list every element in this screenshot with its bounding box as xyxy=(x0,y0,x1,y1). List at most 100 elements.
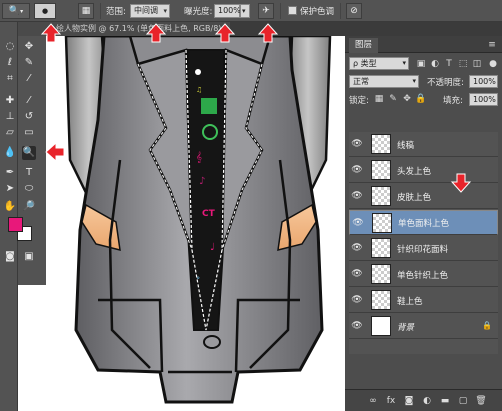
layer-thumbnail xyxy=(371,134,391,154)
eye-icon[interactable]: 👁 xyxy=(351,164,363,176)
filter-smart-icon[interactable]: ◫ xyxy=(471,58,483,70)
eye-icon[interactable]: 👁 xyxy=(351,320,363,332)
eye-icon[interactable]: 👁 xyxy=(352,217,364,229)
divider xyxy=(100,3,101,19)
layer-name: 背景 xyxy=(397,323,415,333)
pen-pressure-icon: ⊘ xyxy=(350,6,358,16)
gradient-tool-icon[interactable]: ▭ xyxy=(22,126,36,140)
layer-filter-value: ρ 类型 xyxy=(353,59,377,68)
clone-stamp-icon[interactable]: ⊥ xyxy=(3,110,17,124)
annotation-arrow-down-icon xyxy=(450,173,472,193)
document-canvas[interactable]: 𝄞 ♪ CT ♫ ♩ ∘ xyxy=(46,36,345,411)
blend-mode-select[interactable]: 正常 ▾ xyxy=(349,75,419,88)
document-tab-title: 绘人物实例 @ 67.1% (单色面料上色, RGB/8) xyxy=(56,24,222,33)
filter-type-icon[interactable]: T xyxy=(443,58,455,70)
fill-label: 填充: xyxy=(443,96,463,106)
exposure-dropdown[interactable]: ▾ xyxy=(240,4,250,18)
eraser-tool-icon[interactable]: ▱ xyxy=(3,126,17,140)
history-brush-icon[interactable]: ↺ xyxy=(22,110,36,124)
dodge-tool-icon[interactable]: 🔍 xyxy=(22,146,36,160)
screen-mode-icon[interactable]: ▣ xyxy=(22,250,36,264)
eye-icon[interactable]: 👁 xyxy=(351,190,363,202)
layer-row[interactable]: 👁 单色针织上色 xyxy=(349,262,498,287)
pen-tool-icon[interactable]: ✒ xyxy=(3,166,17,180)
add-mask-icon[interactable]: ◙ xyxy=(403,395,415,407)
quick-mask-icon[interactable]: ◙ xyxy=(3,250,17,264)
layer-thumbnail xyxy=(371,186,391,206)
layer-thumbnail xyxy=(371,238,391,258)
eye-icon[interactable]: 👁 xyxy=(351,294,363,306)
svg-text:♫: ♫ xyxy=(196,86,202,94)
layer-row[interactable]: 👁 头发上色 xyxy=(349,158,498,183)
panel-menu-icon[interactable]: ≡ xyxy=(486,39,498,51)
range-select[interactable]: 中间调 ▾ xyxy=(130,4,170,18)
svg-text:𝄞: 𝄞 xyxy=(196,151,202,163)
type-tool-icon[interactable]: T xyxy=(22,166,36,180)
eye-icon[interactable]: 👁 xyxy=(351,268,363,280)
chevron-down-icon: ▾ xyxy=(402,59,406,67)
layer-row[interactable]: 👁 鞋上色 xyxy=(349,288,498,313)
foreground-color-chip[interactable] xyxy=(8,217,23,232)
annotation-arrow-up-icon xyxy=(40,23,62,43)
exposure-input[interactable]: 100% xyxy=(214,4,241,18)
tool-preset-picker[interactable]: 🔍▾ xyxy=(2,3,30,19)
layer-row[interactable]: 👁 线稿 xyxy=(349,132,498,157)
airbrush-button[interactable]: ✈ xyxy=(258,3,274,19)
delete-layer-icon[interactable]: 🗑 xyxy=(475,395,487,407)
crop-tool-icon[interactable]: ⌗ xyxy=(3,72,17,86)
opacity-input[interactable]: 100% xyxy=(469,75,498,88)
healing-brush-icon[interactable]: ✚ xyxy=(3,94,17,108)
eyedropper-tool-icon[interactable]: ⁄ xyxy=(22,72,36,86)
hand-tool-icon[interactable]: ✋ xyxy=(3,200,17,214)
brush-panel-button[interactable]: ▦ xyxy=(78,3,94,19)
eye-icon[interactable]: 👁 xyxy=(351,138,363,150)
annotation-arrow-left-icon xyxy=(45,142,65,162)
lasso-tool-icon[interactable]: ℓ xyxy=(3,56,17,70)
new-group-icon[interactable]: ▬ xyxy=(439,395,451,407)
move-tool-icon[interactable]: ✥ xyxy=(22,40,36,54)
layer-name: 针织印花面料 xyxy=(397,245,449,255)
lock-label: 锁定: xyxy=(349,96,369,106)
layer-row[interactable]: 👁 皮肤上色 xyxy=(349,184,498,209)
lock-transparency-icon[interactable]: ▦ xyxy=(373,93,385,105)
filter-shape-icon[interactable]: ⬚ xyxy=(457,58,469,70)
layer-name: 单色面料上色 xyxy=(398,219,450,229)
layer-thumbnail xyxy=(371,316,391,336)
layers-panel: 图层 ≡ ρ 类型 ▾ ▣ ◐ T ⬚ ◫ ● 正常 ▾ 不透明度: 100% … xyxy=(345,36,502,411)
layer-row[interactable]: 👁 背景 🔒 xyxy=(349,314,498,339)
chevron-down-icon: ▾ xyxy=(242,7,246,15)
lock-position-icon[interactable]: ✥ xyxy=(401,93,413,105)
new-layer-icon[interactable]: ▢ xyxy=(457,395,469,407)
lock-all-icon[interactable]: 🔒 xyxy=(415,93,427,105)
tab-layers[interactable]: 图层 xyxy=(349,38,379,53)
opacity-label: 不透明度: xyxy=(427,78,464,88)
magnifier-icon: 🔍 xyxy=(8,6,21,16)
link-layers-icon[interactable]: ∞ xyxy=(367,395,379,407)
filter-row: ρ 类型 ▾ ▣ ◐ T ⬚ ◫ ● xyxy=(345,56,502,72)
eye-icon[interactable]: 👁 xyxy=(351,242,363,254)
brush-tool-icon[interactable]: ⁄ xyxy=(22,94,36,108)
filter-pixel-icon[interactable]: ▣ xyxy=(415,58,427,70)
brush-preset-picker[interactable]: ● xyxy=(34,3,56,19)
layer-style-icon[interactable]: fx xyxy=(385,395,397,407)
layer-thumbnail xyxy=(371,160,391,180)
layer-filter-select[interactable]: ρ 类型 ▾ xyxy=(349,57,409,70)
layer-name: 线稿 xyxy=(397,141,415,151)
blur-tool-icon[interactable]: 💧 xyxy=(3,146,17,160)
shape-tool-icon[interactable]: ⬭ xyxy=(22,182,36,196)
pressure-button[interactable]: ⊘ xyxy=(346,3,362,19)
lock-pixels-icon[interactable]: ✎ xyxy=(387,93,399,105)
protect-tones-checkbox[interactable] xyxy=(288,6,297,15)
filter-adjust-icon[interactable]: ◐ xyxy=(429,58,441,70)
path-select-icon[interactable]: ➤ xyxy=(3,182,17,196)
filter-toggle-icon[interactable]: ● xyxy=(487,58,499,70)
layer-row-selected[interactable]: 👁 单色面料上色 xyxy=(349,210,498,235)
svg-text:CT: CT xyxy=(202,209,216,219)
panel-tab-bar: 图层 ≡ xyxy=(345,36,502,53)
zoom-tool-icon[interactable]: 🔎 xyxy=(22,200,36,214)
fill-input[interactable]: 100% xyxy=(469,93,498,106)
layer-row[interactable]: 👁 针织印花面料 xyxy=(349,236,498,261)
quick-select-tool-icon[interactable]: ✎ xyxy=(22,56,36,70)
marquee-tool-icon[interactable]: ◌ xyxy=(3,40,17,54)
adjustment-layer-icon[interactable]: ◐ xyxy=(421,395,433,407)
